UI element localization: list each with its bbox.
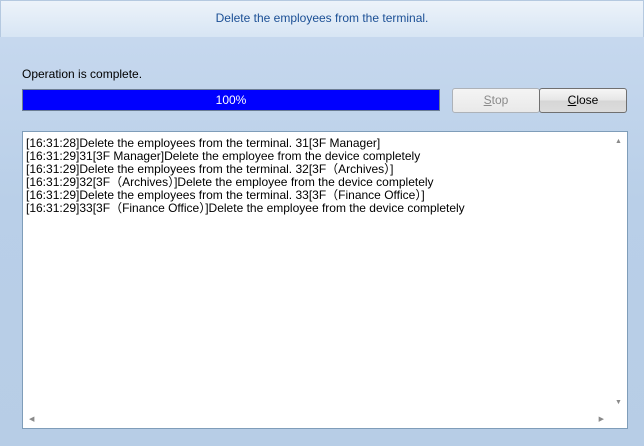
progress-bar: 100% xyxy=(22,89,440,111)
chevron-down-icon[interactable]: ▼ xyxy=(615,399,622,407)
log-lines: [16:31:28]Delete the employees from the … xyxy=(26,137,607,215)
dialog-body: Operation is complete. 100% Stop Close [… xyxy=(0,37,644,446)
log-textbox[interactable]: [16:31:28]Delete the employees from the … xyxy=(22,131,628,429)
status-text: Operation is complete. xyxy=(22,67,143,81)
stop-button[interactable]: Stop xyxy=(452,88,540,113)
scrollbar-corner xyxy=(610,411,627,428)
window-title: Delete the employees from the terminal. xyxy=(0,0,644,38)
chevron-up-icon[interactable]: ▲ xyxy=(615,138,622,146)
close-button-label: lose xyxy=(576,93,599,107)
stop-button-mnemonic: S xyxy=(483,93,492,107)
log-line: [16:31:29]33[3F（Finance Office）]Delete t… xyxy=(26,201,465,215)
chevron-left-icon[interactable]: ◀ xyxy=(29,416,34,424)
stop-button-label: top xyxy=(491,93,509,107)
vertical-scrollbar[interactable]: ▲ ▼ xyxy=(610,132,627,411)
chevron-right-icon[interactable]: ▶ xyxy=(599,416,604,424)
horizontal-scrollbar[interactable]: ◀ ▶ xyxy=(23,411,610,428)
progress-label: 100% xyxy=(215,93,247,107)
close-button[interactable]: Close xyxy=(539,88,627,113)
